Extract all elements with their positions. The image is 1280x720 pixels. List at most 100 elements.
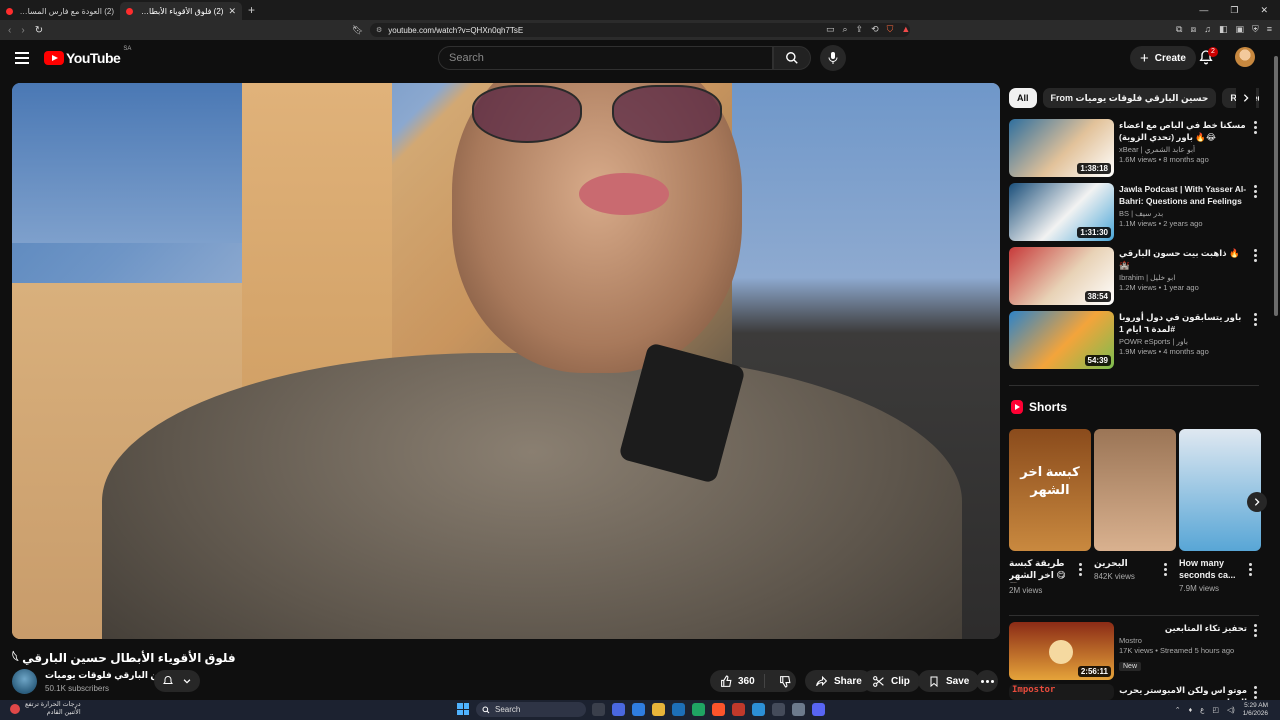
video-menu-icon[interactable] — [1253, 624, 1257, 637]
subscription-notifications-button[interactable] — [154, 670, 200, 692]
short-title[interactable]: البحرين — [1094, 557, 1160, 569]
close-window-icon[interactable]: ✕ — [1260, 5, 1268, 16]
video-player[interactable] — [12, 83, 1000, 639]
browser-tab-active[interactable]: (2) فلوق الأقوياء الأبطال حسين ... ✕ — [120, 2, 242, 20]
video-menu-icon[interactable] — [1253, 249, 1257, 262]
weather-widget[interactable]: درجات الحرارة ترتفع الأثنين القادم — [10, 701, 81, 717]
channel-avatar[interactable] — [12, 669, 37, 694]
video-menu-icon[interactable] — [1253, 185, 1257, 198]
channel-name[interactable]: Mostro — [1119, 636, 1247, 645]
recommended-video[interactable]: 2:56:11 تحفيز تكاء المتابعين Mostro 17K … — [1009, 622, 1264, 682]
create-button[interactable]: + Create — [1130, 46, 1196, 70]
chip-from-channel[interactable]: From حسين البارقي فلوقات يوميات — [1042, 88, 1217, 108]
video-menu-icon[interactable] — [1253, 313, 1257, 326]
scrollbar-thumb[interactable] — [1274, 56, 1278, 316]
account-avatar[interactable] — [1235, 47, 1255, 67]
sidebar-icon[interactable]: ◧ — [1219, 24, 1228, 35]
youtube-logo[interactable]: YouTube SA — [44, 46, 131, 66]
chip-all[interactable]: All — [1009, 88, 1037, 108]
video-title[interactable]: تحفيز تكاء المتابعين — [1119, 622, 1247, 634]
short-item[interactable]: How many seconds ca... 7.9M views — [1179, 429, 1261, 593]
video-thumbnail[interactable]: 1:31:30 — [1009, 183, 1114, 241]
short-item[interactable]: كبسة اخر الشهر طريقة كبسة اخر الشهر 😋🥘...… — [1009, 429, 1091, 595]
tray-app-icon[interactable]: ♦ — [1189, 707, 1193, 714]
discord-icon[interactable] — [812, 703, 825, 716]
short-menu-icon[interactable] — [1249, 563, 1252, 576]
channel-name[interactable]: Ibrahim | ابو خليل — [1119, 273, 1247, 282]
video-menu-icon[interactable] — [1253, 686, 1257, 699]
notifications-button[interactable]: 2 — [1198, 47, 1218, 69]
tray-chevron-icon[interactable]: ⌃ — [1175, 706, 1181, 714]
app-icon[interactable] — [732, 703, 745, 716]
video-thumbnail[interactable]: Impostor — [1009, 684, 1114, 700]
video-title[interactable]: مسكنا خط في الباص مع اعضاء باور (تحدي ال… — [1119, 119, 1247, 143]
video-title[interactable]: موتو اس ولكن الامبوستر يحرب الخطبة — [1119, 684, 1247, 700]
edge-icon[interactable] — [752, 703, 765, 716]
app-icon[interactable] — [772, 703, 785, 716]
task-view-icon[interactable] — [592, 703, 605, 716]
voice-search-button[interactable] — [820, 45, 846, 71]
video-thumbnail[interactable]: 2:56:11 — [1009, 622, 1114, 680]
short-title[interactable]: طريقة كبسة اخر الشهر 😋🥘... — [1009, 557, 1075, 583]
settings-icon[interactable] — [792, 703, 805, 716]
extension-icon[interactable]: ⧉ — [1176, 24, 1182, 35]
chrome-icon[interactable] — [692, 703, 705, 716]
short-item[interactable]: البحرين 842K views — [1094, 429, 1176, 581]
share-page-icon[interactable]: ⇪ — [856, 24, 864, 35]
wallet-icon[interactable]: ▣ — [1235, 24, 1244, 35]
recommended-video[interactable]: 38:54 ذاهبت بيت حسون البارقي 🔥 🏰 Ibrahim |… — [1009, 247, 1264, 307]
more-actions-button[interactable] — [976, 670, 998, 692]
short-thumbnail[interactable] — [1179, 429, 1261, 551]
short-title[interactable]: How many seconds ca... — [1179, 557, 1245, 581]
video-title[interactable]: باور يتسابقون في دول أوروبا لمدة ٦ ايام … — [1119, 311, 1247, 335]
new-tab-button[interactable]: + — [248, 3, 255, 17]
search-input[interactable] — [449, 52, 772, 64]
video-thumbnail[interactable]: 54:39 — [1009, 311, 1114, 369]
browser-tab[interactable]: (2) العودة مع فارس المسالك السبع - ... — [0, 2, 120, 20]
recommended-video[interactable]: Impostor موتو اس ولكن الامبوستر يحرب الخ… — [1009, 684, 1264, 700]
site-info-icon[interactable]: ⚙︎ — [376, 26, 382, 34]
video-menu-icon[interactable] — [1253, 121, 1257, 134]
short-menu-icon[interactable] — [1164, 563, 1167, 576]
keyboard-language[interactable]: ع — [1200, 706, 1204, 714]
dislike-button[interactable] — [771, 675, 792, 688]
video-title[interactable]: ذاهبت بيت حسون البارقي 🔥 🏰 — [1119, 247, 1247, 271]
clock[interactable]: 5:29 AM 1/6/2026 — [1243, 702, 1268, 718]
like-button[interactable]: 360 — [710, 674, 765, 688]
back-icon[interactable]: ‹ — [8, 25, 11, 36]
app-icon[interactable] — [612, 703, 625, 716]
recommended-video[interactable]: 1:31:30 Jawla Podcast | With Yasser Al-Ba… — [1009, 183, 1264, 243]
maximize-icon[interactable]: ❐ — [1230, 5, 1238, 16]
zoom-icon[interactable]: ⌕ — [843, 24, 848, 35]
translate-icon[interactable]: ⟲ — [871, 24, 879, 35]
minimize-icon[interactable]: — — [1199, 5, 1208, 16]
chips-next-button[interactable] — [1236, 88, 1256, 108]
menu-icon[interactable]: ≡ — [1267, 24, 1272, 35]
short-thumbnail[interactable]: كبسة اخر الشهر — [1009, 429, 1091, 551]
save-button[interactable]: Save — [918, 670, 980, 692]
short-menu-icon[interactable] — [1079, 563, 1082, 576]
file-explorer-icon[interactable] — [652, 703, 665, 716]
brave-shield-icon[interactable]: ⛉ — [887, 24, 894, 35]
forward-icon[interactable]: › — [21, 25, 24, 36]
recommended-video[interactable]: 1:38:18 مسكنا خط في الباص مع اعضاء باور (… — [1009, 119, 1264, 179]
channel-name[interactable]: xBear | أبو عابد الشمري — [1119, 145, 1247, 154]
vpn-icon[interactable]: ⛨ — [1252, 24, 1259, 35]
search-box[interactable] — [438, 46, 773, 70]
music-icon[interactable]: ♫ — [1204, 24, 1211, 35]
windows-start-icon[interactable] — [457, 703, 469, 715]
shorts-next-button[interactable] — [1247, 492, 1267, 512]
steam-icon[interactable] — [672, 703, 685, 716]
cast-icon[interactable]: ▭ — [826, 24, 835, 35]
brave-icon[interactable] — [712, 703, 725, 716]
video-thumbnail[interactable]: 38:54 — [1009, 247, 1114, 305]
volume-icon[interactable]: ◁) — [1227, 706, 1235, 714]
close-tab-icon[interactable]: ✕ — [228, 6, 236, 17]
page-scrollbar[interactable] — [1273, 40, 1280, 700]
channel-name[interactable]: BS | بدر سيف — [1119, 209, 1247, 218]
short-thumbnail[interactable] — [1094, 429, 1176, 551]
clip-button[interactable]: Clip — [862, 670, 920, 692]
taskbar-search[interactable]: Search — [476, 702, 586, 717]
network-icon[interactable]: ◰ — [1212, 706, 1219, 714]
search-button[interactable] — [773, 46, 811, 70]
